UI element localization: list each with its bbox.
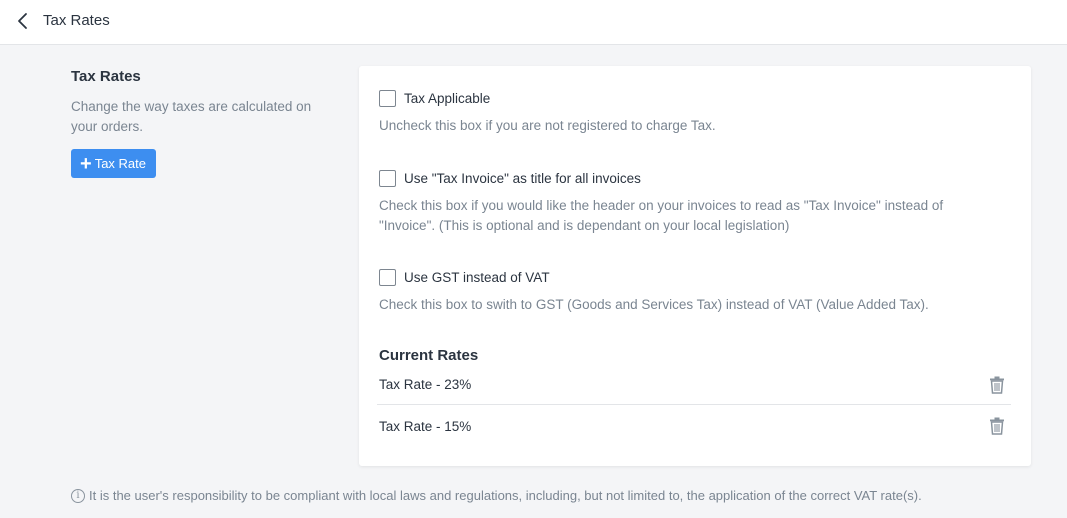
page-title: Tax Rates <box>43 12 110 29</box>
trash-icon[interactable] <box>989 417 1005 435</box>
settings-card: Tax Applicable Uncheck this box if you a… <box>359 66 1031 466</box>
option-tax-invoice-title: Use "Tax Invoice" as title for all invoi… <box>379 170 1019 236</box>
tax-applicable-toggle[interactable]: Tax Applicable <box>379 90 1019 107</box>
rate-row: Tax Rate - 15% <box>377 406 1011 446</box>
section-title: Tax Rates <box>71 68 141 85</box>
use-gst-checkbox[interactable] <box>379 269 396 286</box>
current-rates-title: Current Rates <box>379 347 479 364</box>
sidebar: Tax Rates Change the way taxes are calcu… <box>71 68 341 178</box>
rate-label: Tax Rate - 23% <box>379 377 472 392</box>
use-gst-toggle[interactable]: Use GST instead of VAT <box>379 269 1019 286</box>
use-gst-label: Use GST instead of VAT <box>404 270 550 285</box>
rate-label: Tax Rate - 15% <box>379 418 472 434</box>
tax-applicable-label: Tax Applicable <box>404 91 491 106</box>
rate-row: Tax Rate - 23% <box>377 365 1011 405</box>
tax-applicable-help: Uncheck this box if you are not register… <box>379 118 716 133</box>
use-gst-help: Check this box to swith to GST (Goods an… <box>379 297 929 312</box>
option-use-gst: Use GST instead of VAT Check this box to… <box>379 269 1019 315</box>
option-tax-applicable: Tax Applicable Uncheck this box if you a… <box>379 90 1019 136</box>
plus-icon: + <box>80 152 92 175</box>
back-button[interactable] <box>14 10 34 32</box>
add-tax-rate-button[interactable]: + Tax Rate <box>71 149 156 178</box>
tax-invoice-title-toggle[interactable]: Use "Tax Invoice" as title for all invoi… <box>379 170 1019 187</box>
add-tax-rate-label: Tax Rate <box>94 156 146 171</box>
trash-icon[interactable] <box>989 376 1005 394</box>
footnote-text: It is the user's responsibility to be co… <box>89 488 922 503</box>
section-description: Change the way taxes are calculated on y… <box>71 99 312 134</box>
tax-invoice-title-checkbox[interactable] <box>379 170 396 187</box>
compliance-footnote: i It is the user's responsibility to be … <box>71 488 922 503</box>
tax-invoice-title-help: Check this box if you would like the hea… <box>379 198 944 233</box>
info-icon: i <box>71 488 85 503</box>
tax-invoice-title-label: Use "Tax Invoice" as title for all invoi… <box>404 171 641 186</box>
top-bar: Tax Rates <box>0 0 1067 45</box>
tax-applicable-checkbox[interactable] <box>379 90 396 107</box>
chevron-left-icon <box>18 13 27 29</box>
